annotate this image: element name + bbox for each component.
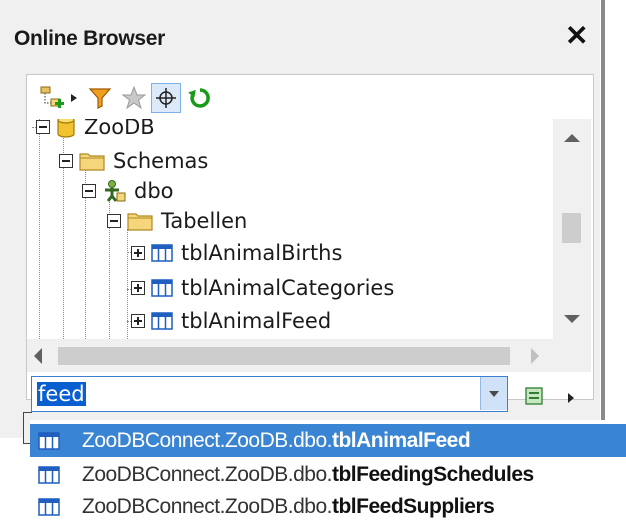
favorite-star-icon[interactable] — [119, 83, 149, 113]
horizontal-scroll-thumb[interactable] — [58, 347, 510, 365]
suggestion-prefix: ZooDBConnect.ZooDB.dbo. — [82, 494, 332, 518]
table-icon — [151, 311, 173, 331]
more-options-arrow-icon[interactable] — [567, 391, 575, 409]
panel-title: Online Browser — [14, 27, 166, 50]
suggestion-table-name: tblAnimalFeed — [331, 428, 471, 452]
table-label: tblAnimalBirths — [181, 241, 343, 265]
toolbar — [27, 75, 357, 119]
folder-icon — [79, 151, 105, 171]
suggestion-table-name: tblFeedingSchedules — [331, 462, 534, 486]
tree-node-table[interactable]: tblAnimalFeed — [131, 305, 331, 337]
chevron-down-icon — [489, 390, 499, 397]
database-label: ZooDB — [84, 119, 155, 139]
tree-connector — [39, 119, 40, 339]
tree-connector — [127, 229, 128, 339]
table-icon — [38, 431, 60, 450]
suggestion-prefix: ZooDBConnect.ZooDB.dbo. — [82, 462, 332, 486]
schema-label: dbo — [134, 179, 174, 203]
tree-node-schema-dbo[interactable]: dbo — [82, 175, 174, 207]
refresh-icon[interactable] — [185, 83, 215, 113]
tree-view[interactable]: ZooDB Schemas dbo Tabellen tblAnimalBirt… — [27, 119, 553, 339]
table-label: tblAnimalFeed — [181, 309, 332, 333]
collapse-icon[interactable] — [107, 214, 121, 228]
schemas-label: Schemas — [113, 149, 209, 173]
suggestion-prefix: ZooDBConnect.ZooDB.dbo. — [82, 428, 332, 452]
collapse-icon[interactable] — [59, 154, 73, 168]
tables-folder-label: Tabellen — [161, 209, 248, 233]
add-connection-icon[interactable] — [37, 83, 67, 113]
dropdown-arrow-icon[interactable] — [67, 83, 81, 113]
close-icon[interactable]: ✕ — [565, 22, 588, 50]
expand-icon[interactable] — [131, 246, 145, 260]
autocomplete-list[interactable]: ZooDBConnect.ZooDB.dbo. tblAnimalFeed Zoo… — [30, 420, 626, 522]
database-icon — [56, 119, 76, 138]
search-options-icon[interactable] — [524, 386, 544, 406]
table-label: tblAnimalCategories — [181, 276, 395, 300]
tree-node-table[interactable]: tblAnimalCategories — [131, 272, 394, 304]
locate-crosshair-icon[interactable] — [151, 83, 181, 113]
table-icon — [151, 243, 173, 263]
vertical-scroll-thumb[interactable] — [562, 213, 581, 243]
table-icon — [38, 465, 60, 484]
filter-icon[interactable] — [85, 83, 115, 113]
search-input[interactable]: feed — [37, 382, 86, 406]
scroll-up-icon[interactable] — [563, 133, 581, 143]
expand-icon[interactable] — [131, 314, 145, 328]
tree-node-tables-folder[interactable]: Tabellen — [107, 205, 247, 237]
table-icon — [151, 278, 173, 298]
tree-node-table[interactable]: tblAnimalBirths — [131, 237, 342, 269]
tree-node-database[interactable]: ZooDB — [36, 119, 155, 143]
suggestion-table-name: tblFeedSuppliers — [331, 494, 495, 518]
search-combobox[interactable]: feed — [31, 376, 508, 412]
search-dropdown-button[interactable] — [480, 377, 507, 410]
schema-user-icon — [102, 179, 126, 203]
folder-icon — [127, 211, 153, 231]
suggestion-item[interactable]: ZooDBConnect.ZooDB.dbo. tblAnimalFeed — [30, 424, 626, 457]
scrollbar-corner — [553, 339, 591, 372]
scroll-down-icon[interactable] — [563, 314, 581, 324]
scroll-right-icon[interactable] — [530, 347, 540, 365]
tree-node-schemas[interactable]: Schemas — [59, 145, 208, 177]
table-icon — [38, 497, 60, 516]
scroll-left-icon[interactable] — [33, 347, 43, 365]
collapse-icon[interactable] — [82, 184, 96, 198]
expand-icon[interactable] — [131, 281, 145, 295]
suggestion-item[interactable]: ZooDBConnect.ZooDB.dbo. tblFeedSuppliers — [30, 490, 626, 523]
suggestion-item[interactable]: ZooDBConnect.ZooDB.dbo. tblFeedingSchedul… — [30, 458, 626, 491]
collapse-icon[interactable] — [36, 120, 50, 134]
